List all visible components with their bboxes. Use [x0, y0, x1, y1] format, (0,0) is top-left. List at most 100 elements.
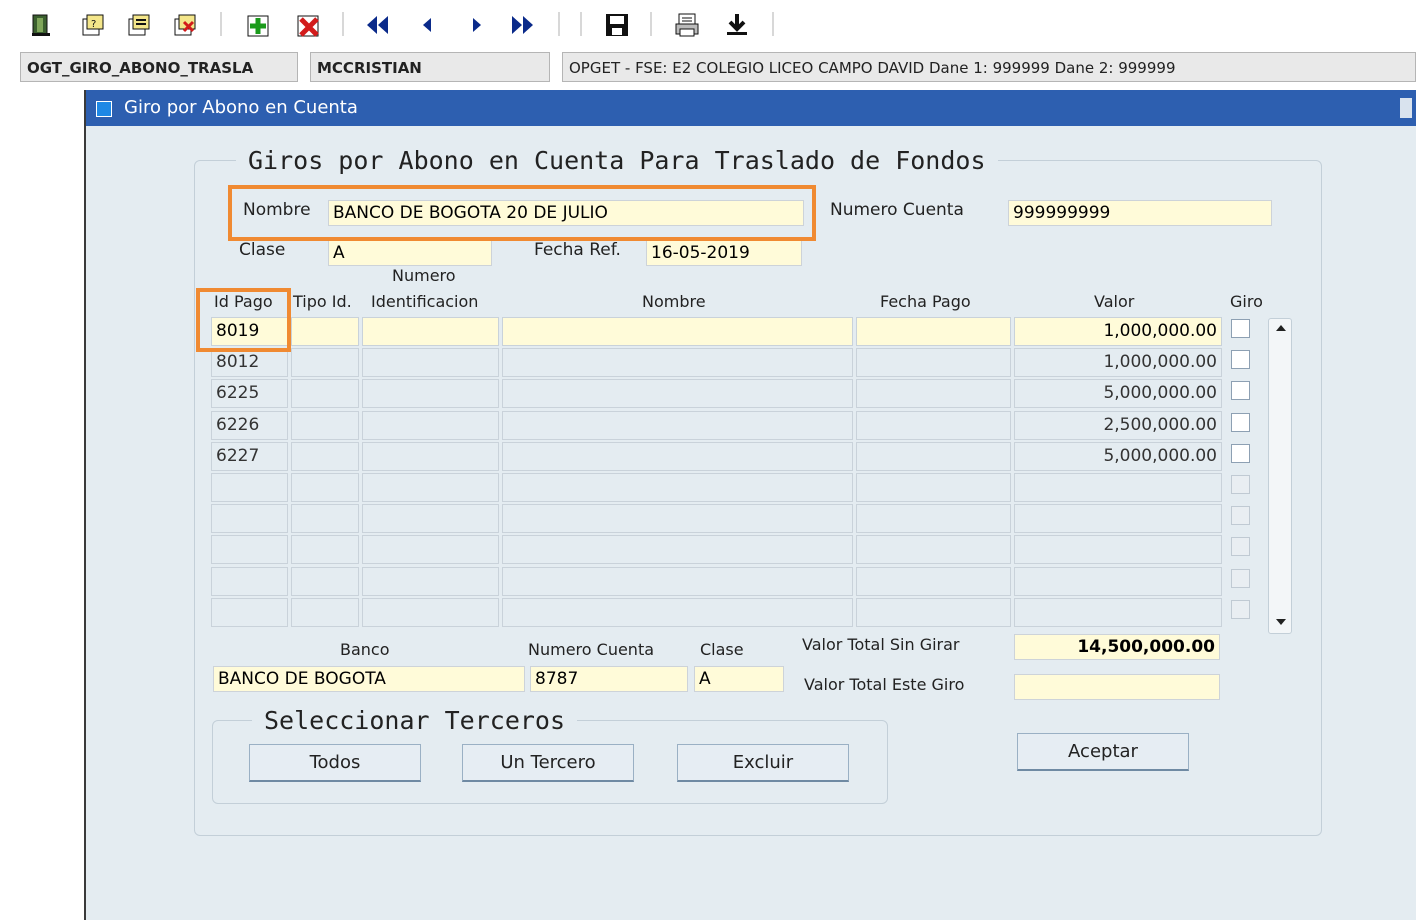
- row-id-pago-cell[interactable]: [211, 504, 288, 534]
- row-fecha-pago-cell[interactable]: [856, 441, 1011, 471]
- row-id-pago-cell[interactable]: 6227: [211, 441, 288, 471]
- row-numero-id-cell[interactable]: [362, 379, 499, 409]
- giro-checkbox[interactable]: [1231, 412, 1250, 432]
- print-icon[interactable]: [674, 10, 700, 40]
- giro-checkbox[interactable]: [1231, 319, 1250, 338]
- scroll-down-icon[interactable]: [1275, 617, 1287, 627]
- table-scrollbar[interactable]: [1268, 318, 1292, 634]
- scroll-up-icon[interactable]: [1275, 323, 1287, 333]
- row-valor-cell[interactable]: 5,000,000.00: [1014, 379, 1222, 409]
- row-nombre-cell[interactable]: [502, 535, 853, 565]
- last-record-icon[interactable]: [510, 10, 536, 40]
- row-tipo-id-cell[interactable]: [291, 535, 359, 565]
- row-valor-cell[interactable]: 1,000,000.00: [1014, 348, 1222, 378]
- row-fecha-pago-cell[interactable]: [856, 379, 1011, 409]
- row-nombre-cell[interactable]: [502, 566, 853, 596]
- numero-cuenta-field[interactable]: 999999999: [1008, 200, 1272, 226]
- fecha-ref-field[interactable]: 16-05-2019: [646, 240, 802, 266]
- row-tipo-id-cell[interactable]: [291, 504, 359, 534]
- row-nombre-cell[interactable]: [502, 317, 853, 346]
- row-id-pago-cell[interactable]: [211, 566, 288, 596]
- save-icon[interactable]: [604, 10, 630, 40]
- giro-checkbox[interactable]: [1231, 381, 1250, 401]
- row-nombre-cell[interactable]: [502, 348, 853, 378]
- row-id-pago-cell[interactable]: 8019: [211, 317, 288, 346]
- row-valor-cell[interactable]: [1014, 473, 1222, 502]
- giro-checkbox[interactable]: [1231, 350, 1250, 370]
- row-tipo-id-cell[interactable]: [291, 317, 359, 346]
- row-tipo-id-cell[interactable]: [291, 597, 359, 627]
- fecha-ref-label: Fecha Ref.: [534, 240, 621, 260]
- banco-field[interactable]: BANCO DE BOGOTA: [213, 666, 525, 692]
- row-fecha-pago-cell[interactable]: [856, 566, 1011, 596]
- row-numero-id-cell[interactable]: [362, 566, 499, 596]
- valor-total-este-giro-label: Valor Total Este Giro: [804, 675, 965, 694]
- row-nombre-cell[interactable]: [502, 473, 853, 502]
- row-fecha-pago-cell[interactable]: [856, 317, 1011, 346]
- row-fecha-pago-cell[interactable]: [856, 473, 1011, 502]
- row-nombre-cell[interactable]: [502, 379, 853, 409]
- insert-record-icon[interactable]: [246, 10, 272, 40]
- row-id-pago-cell[interactable]: [211, 473, 288, 502]
- previous-record-icon[interactable]: [414, 10, 440, 40]
- row-numero-id-cell[interactable]: [362, 410, 499, 440]
- row-id-pago-cell[interactable]: 8012: [211, 348, 288, 378]
- row-fecha-pago-cell[interactable]: [856, 535, 1011, 565]
- row-id-pago-cell[interactable]: [211, 597, 288, 627]
- row-valor-cell[interactable]: 1,000,000.00: [1014, 317, 1222, 346]
- un-tercero-button[interactable]: Un Tercero: [462, 744, 634, 782]
- row-tipo-id-cell[interactable]: [291, 379, 359, 409]
- row-fecha-pago-cell[interactable]: [856, 597, 1011, 627]
- row-nombre-cell[interactable]: [502, 504, 853, 534]
- giro-checkbox[interactable]: [1231, 568, 1250, 588]
- download-icon[interactable]: [724, 10, 750, 40]
- footer-numero-cuenta-field[interactable]: 8787: [530, 666, 688, 692]
- delete-record-icon[interactable]: [296, 10, 322, 40]
- cancel-query-icon[interactable]: [172, 10, 198, 40]
- row-tipo-id-cell[interactable]: [291, 566, 359, 596]
- row-nombre-cell[interactable]: [502, 597, 853, 627]
- giro-checkbox[interactable]: [1231, 537, 1250, 557]
- row-valor-cell[interactable]: 2,500,000.00: [1014, 410, 1222, 440]
- minimize-button[interactable]: [1400, 98, 1412, 118]
- row-fecha-pago-cell[interactable]: [856, 348, 1011, 378]
- row-id-pago-cell[interactable]: 6225: [211, 379, 288, 409]
- row-valor-cell[interactable]: [1014, 597, 1222, 627]
- todos-button[interactable]: Todos: [249, 744, 421, 782]
- next-record-icon[interactable]: [464, 10, 490, 40]
- enter-query-icon[interactable]: [126, 10, 152, 40]
- footer-clase-field[interactable]: A: [694, 666, 784, 692]
- row-nombre-cell[interactable]: [502, 441, 853, 471]
- row-id-pago-cell[interactable]: [211, 535, 288, 565]
- row-numero-id-cell[interactable]: [362, 348, 499, 378]
- row-fecha-pago-cell[interactable]: [856, 504, 1011, 534]
- row-tipo-id-cell[interactable]: [291, 473, 359, 502]
- row-numero-id-cell[interactable]: [362, 441, 499, 471]
- row-numero-id-cell[interactable]: [362, 535, 499, 565]
- excluir-button[interactable]: Excluir: [677, 744, 849, 782]
- first-record-icon[interactable]: [364, 10, 390, 40]
- giro-checkbox[interactable]: [1231, 599, 1250, 619]
- giro-checkbox[interactable]: [1231, 506, 1250, 526]
- row-valor-cell[interactable]: [1014, 535, 1222, 565]
- clase-field[interactable]: A: [328, 240, 492, 266]
- row-nombre-cell[interactable]: [502, 410, 853, 440]
- row-valor-cell[interactable]: 5,000,000.00: [1014, 441, 1222, 471]
- giro-checkbox[interactable]: [1231, 443, 1250, 463]
- exit-icon[interactable]: [28, 10, 54, 40]
- row-numero-id-cell[interactable]: [362, 504, 499, 534]
- aceptar-button[interactable]: Aceptar: [1017, 733, 1189, 771]
- row-fecha-pago-cell[interactable]: [856, 410, 1011, 440]
- row-numero-id-cell[interactable]: [362, 597, 499, 627]
- row-numero-id-cell[interactable]: [362, 317, 499, 346]
- row-numero-id-cell[interactable]: [362, 473, 499, 502]
- giro-checkbox[interactable]: [1231, 475, 1250, 494]
- row-tipo-id-cell[interactable]: [291, 410, 359, 440]
- nombre-field[interactable]: BANCO DE BOGOTA 20 DE JULIO: [328, 200, 804, 226]
- row-id-pago-cell[interactable]: 6226: [211, 410, 288, 440]
- row-tipo-id-cell[interactable]: [291, 348, 359, 378]
- row-valor-cell[interactable]: [1014, 566, 1222, 596]
- query-icon[interactable]: ?: [80, 10, 106, 40]
- row-tipo-id-cell[interactable]: [291, 441, 359, 471]
- row-valor-cell[interactable]: [1014, 504, 1222, 534]
